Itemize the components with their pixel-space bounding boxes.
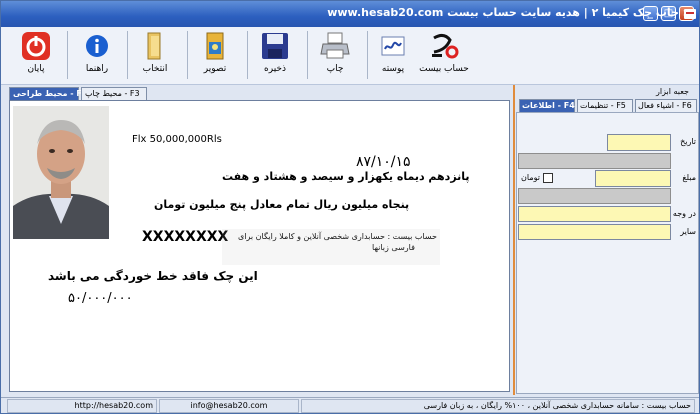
status-message: حساب بیست : سامانه حسابداری شخصی آنلاین … [301, 399, 695, 413]
person-photo-image [13, 106, 109, 239]
toolbox-title: جعبه ابزار [656, 87, 689, 96]
toman-checkbox[interactable] [543, 173, 553, 183]
status-url[interactable]: http://hesab20.com [7, 399, 157, 413]
cheque-canvas[interactable]: Flx 50,000,000Rls ۸۷/۱۰/۱۵ پانزدهم دیماه… [9, 100, 510, 392]
panel-splitter[interactable] [513, 85, 515, 395]
amount-label: مبلغ [682, 173, 696, 182]
toolbar: پایان راهنما انتخاب تصویر ذخیره چاپ پوست… [1, 27, 699, 85]
printer-icon [320, 32, 350, 59]
date-text[interactable]: ۸۷/۱۰/۱۵ [356, 154, 411, 170]
save-button[interactable]: ذخیره [249, 30, 301, 84]
power-icon [22, 32, 50, 60]
note-box [222, 229, 440, 265]
exit-button[interactable]: پایان [10, 30, 62, 84]
toolbox-tabs: اطلاعات - F4 تنظیمات - F5 اشیاء فعال - F… [518, 99, 698, 112]
title-bar[interactable]: _ □ × جاپ چک کیمیا ۲ | هدیه سایت حساب بی… [1, 1, 699, 27]
date-words-text[interactable]: پانزدهم دیماه یکهزار و سیصد و هشتاد و هف… [222, 170, 470, 183]
cheque-photo[interactable] [13, 106, 109, 239]
help-label: راهنما [85, 64, 109, 74]
status-bar: http://hesab20.com info@hesab20.com حساب… [1, 397, 699, 413]
tab-settings[interactable]: تنظیمات - F5 [577, 99, 633, 112]
hesab20-label: حساب بیست [419, 64, 469, 74]
date-input[interactable] [607, 134, 671, 151]
payee-text[interactable]: XXXXXXXX [142, 229, 228, 245]
tab-print[interactable]: محیط چاپ - F3 [81, 87, 147, 100]
toolbar-separator [127, 31, 128, 79]
info-form: تاریخ مبلغ تومان در وجه سایر [516, 112, 699, 394]
image-label: تصویر [203, 64, 227, 74]
folder-icon [147, 32, 161, 60]
payee-input[interactable] [518, 206, 671, 222]
help-button[interactable]: راهنما [71, 30, 123, 84]
amount-words-field [518, 188, 671, 204]
select-label: انتخاب [142, 64, 168, 74]
tab-info[interactable]: اطلاعات - F4 [519, 99, 575, 112]
info-icon [86, 35, 108, 57]
tab-active-objects[interactable]: اشیاء فعال - F6 [635, 99, 697, 112]
other-input[interactable] [518, 224, 671, 240]
toolbar-separator [67, 31, 68, 79]
floppy-icon [262, 33, 288, 59]
print-label: چاپ [326, 64, 344, 74]
signature-icon [381, 36, 405, 56]
payee-label: در وجه [672, 209, 696, 218]
app-window: _ □ × جاپ چک کیمیا ۲ | هدیه سایت حساب بی… [0, 0, 700, 414]
hesab20-logo-icon [432, 33, 459, 59]
toman-label: تومان [521, 173, 540, 182]
amount-digits-text[interactable]: ۵۰/۰۰۰/۰۰۰ [68, 291, 133, 306]
toolbar-separator [247, 31, 248, 79]
amount-rls-text[interactable]: Flx 50,000,000Rls [132, 134, 222, 145]
print-button[interactable]: چاپ [309, 30, 361, 84]
hesab20-button[interactable]: حساب بیست [415, 30, 473, 84]
tab-design[interactable]: محیط طراحی - F2 [9, 87, 87, 100]
toolbar-separator [307, 31, 308, 79]
date-label: تاریخ [680, 137, 696, 146]
skin-label: پوسته [381, 64, 405, 74]
date-words-field [518, 153, 671, 169]
save-label: ذخیره [264, 64, 286, 74]
app-icon [684, 9, 696, 19]
other-label: سایر [680, 227, 696, 236]
toolbar-separator [187, 31, 188, 79]
exit-label: پایان [27, 64, 45, 74]
select-button[interactable]: انتخاب [129, 30, 181, 84]
window-title: جاپ چک کیمیا ۲ | هدیه سایت حساب بیست www… [327, 6, 679, 19]
image-button[interactable]: تصویر [189, 30, 241, 84]
status-email[interactable]: info@hesab20.com [159, 399, 299, 413]
amount-input[interactable] [595, 170, 671, 187]
amount-words-text[interactable]: پنجاه میلیون ریال تمام معادل پنج میلیون … [154, 198, 409, 211]
warning-text[interactable]: این چک فاقد خط خوردگی می باشد [48, 269, 258, 283]
toolbox-panel: جعبه ابزار اطلاعات - F4 تنظیمات - F5 اشی… [516, 85, 699, 395]
skin-button[interactable]: پوسته [367, 30, 419, 84]
image-icon [206, 32, 224, 60]
